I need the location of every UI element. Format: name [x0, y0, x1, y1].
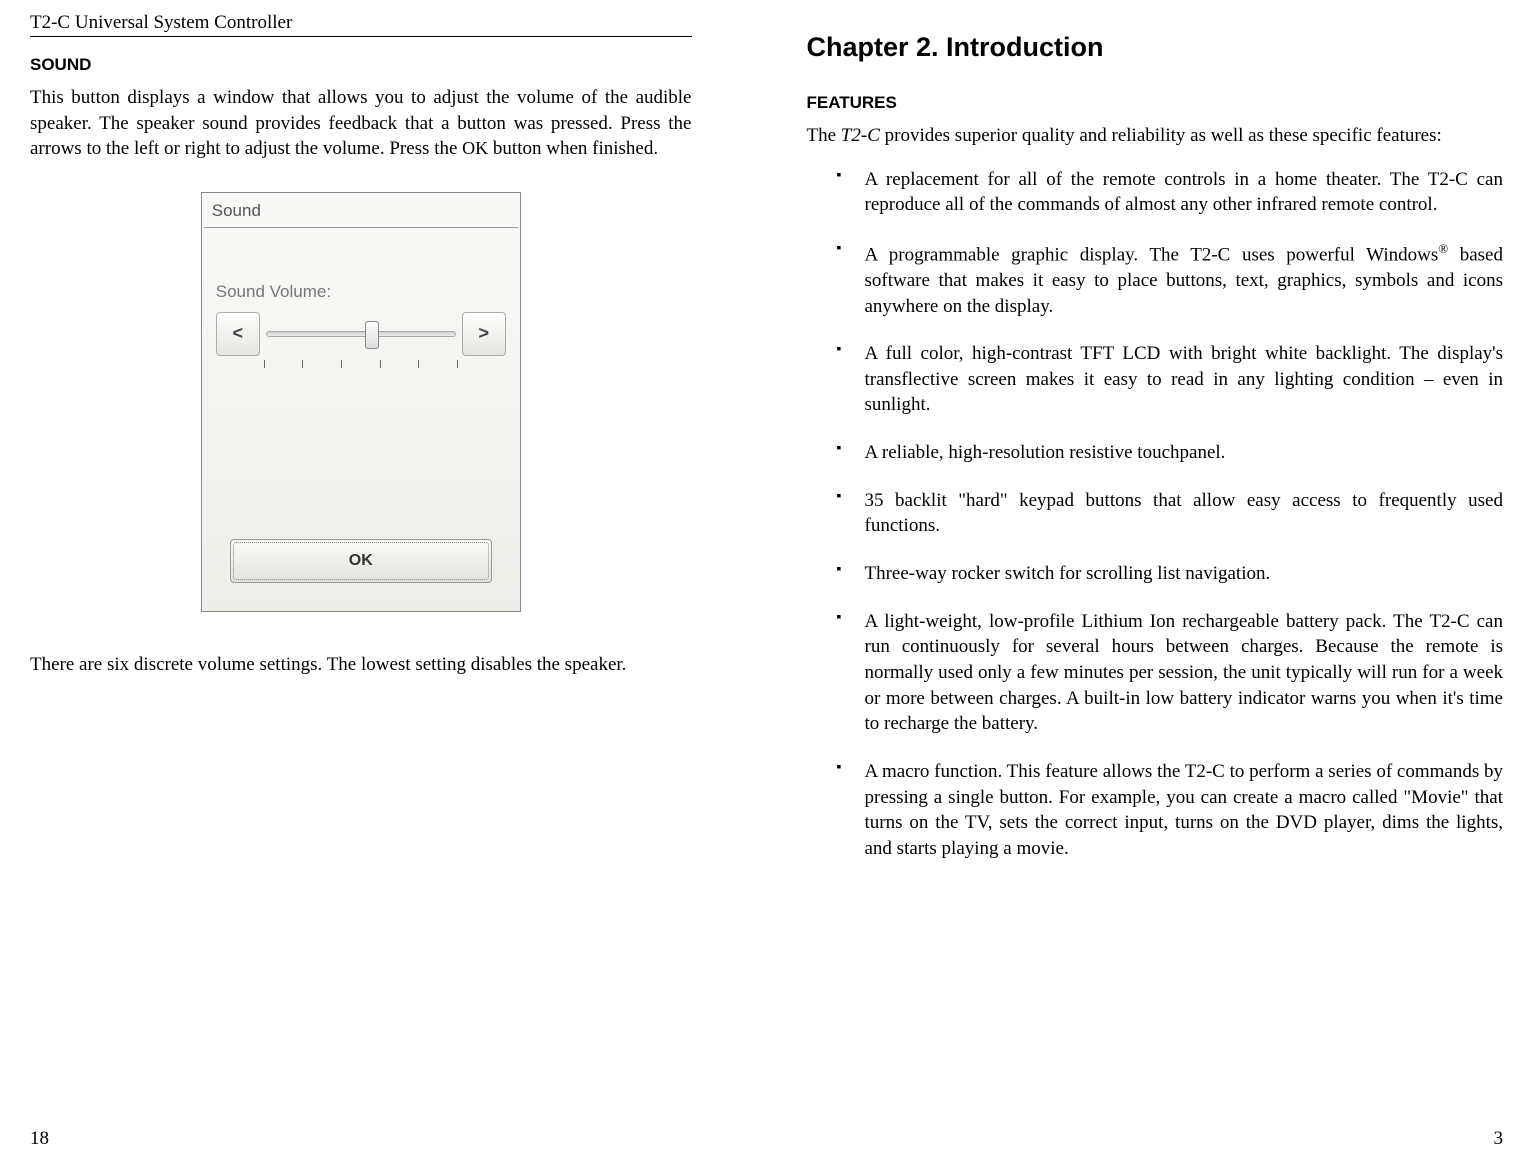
dialog-body: Sound Volume: < > — [202, 232, 520, 611]
page-header: T2-C Universal System Controller — [30, 12, 692, 37]
slider-row: < > — [216, 312, 506, 356]
features-intro: The T2-C provides superior quality and r… — [807, 123, 1504, 149]
sound-heading: SOUND — [30, 55, 692, 75]
volume-slider-thumb[interactable] — [365, 321, 379, 349]
volume-up-button[interactable]: > — [462, 312, 506, 356]
feature-text-part: A replacement for all of the remote cont… — [865, 169, 1428, 190]
tick-mark — [457, 360, 458, 368]
features-heading: FEATURES — [807, 93, 1504, 113]
feature-text-part: 35 backlit "hard" keypad buttons that al… — [865, 490, 1504, 537]
sound-dialog-figure: Sound Sound Volume: < > — [30, 192, 692, 612]
feature-item: A light-weight, low-profile Lithium Ion … — [837, 609, 1504, 737]
intro-part2: provides superior quality and reliabilit… — [880, 125, 1442, 146]
intro-part1: The — [807, 125, 841, 146]
feature-item: A replacement for all of the remote cont… — [837, 167, 1504, 218]
page-number-left: 18 — [30, 1128, 49, 1150]
closing-paragraph: There are six discrete volume settings. … — [30, 652, 692, 678]
feature-text-part: T2-C — [1185, 761, 1225, 782]
feature-text-part: T2-C — [1190, 244, 1230, 265]
feature-item: A macro function. This feature allows th… — [837, 759, 1504, 862]
feature-text-part: T2-C — [1428, 169, 1468, 190]
feature-item: A reliable, high-resolution resistive to… — [837, 440, 1504, 466]
feature-list: A replacement for all of the remote cont… — [807, 167, 1504, 862]
ok-smallcaps: OK — [462, 138, 488, 158]
slider-container — [266, 312, 456, 356]
feature-text-part: Three-way rocker switch for scrolling li… — [865, 563, 1271, 584]
feature-text-part: A macro function. This feature allows th… — [865, 761, 1185, 782]
slider-ticks — [216, 360, 506, 368]
feature-text-part: A reliable, high-resolution resistive to… — [865, 442, 1226, 463]
volume-slider[interactable] — [266, 331, 456, 337]
sound-dialog: Sound Sound Volume: < > — [201, 192, 521, 612]
dialog-title: Sound — [202, 193, 520, 227]
feature-item: A programmable graphic display. The T2-C… — [837, 240, 1504, 319]
sound-paragraph: This button displays a window that allow… — [30, 85, 692, 162]
tick-mark — [380, 360, 381, 368]
volume-down-button[interactable]: < — [216, 312, 260, 356]
feature-item: 35 backlit "hard" keypad buttons that al… — [837, 488, 1504, 539]
feature-text-part: A programmable graphic display. The — [865, 244, 1191, 265]
tick-mark — [341, 360, 342, 368]
feature-item: Three-way rocker switch for scrolling li… — [837, 561, 1504, 587]
tick-mark — [264, 360, 265, 368]
right-page: Chapter 2. Introduction FEATURES The T2-… — [767, 0, 1533, 1160]
feature-text-part: A full color, high-contrast TFT LCD with… — [865, 343, 1504, 415]
chapter-heading: Chapter 2. Introduction — [807, 32, 1504, 63]
tick-mark — [302, 360, 303, 368]
feature-text-part: uses powerful Windows — [1230, 244, 1438, 265]
page-number-right: 3 — [1494, 1128, 1504, 1150]
sound-para-part2: button when finished. — [488, 138, 658, 159]
feature-text-part: A light-weight, low-profile Lithium Ion … — [865, 611, 1430, 632]
tick-mark — [418, 360, 419, 368]
feature-item: A full color, high-contrast TFT LCD with… — [837, 341, 1504, 418]
feature-text-part: T2-C — [1429, 611, 1469, 632]
intro-italic: T2-C — [841, 125, 880, 146]
ok-button[interactable]: OK — [230, 539, 492, 583]
dialog-footer: OK — [216, 525, 506, 597]
feature-text-part: ® — [1438, 241, 1448, 256]
dialog-separator — [204, 227, 518, 228]
left-page: T2-C Universal System Controller SOUND T… — [0, 0, 767, 1160]
volume-label: Sound Volume: — [216, 282, 506, 302]
